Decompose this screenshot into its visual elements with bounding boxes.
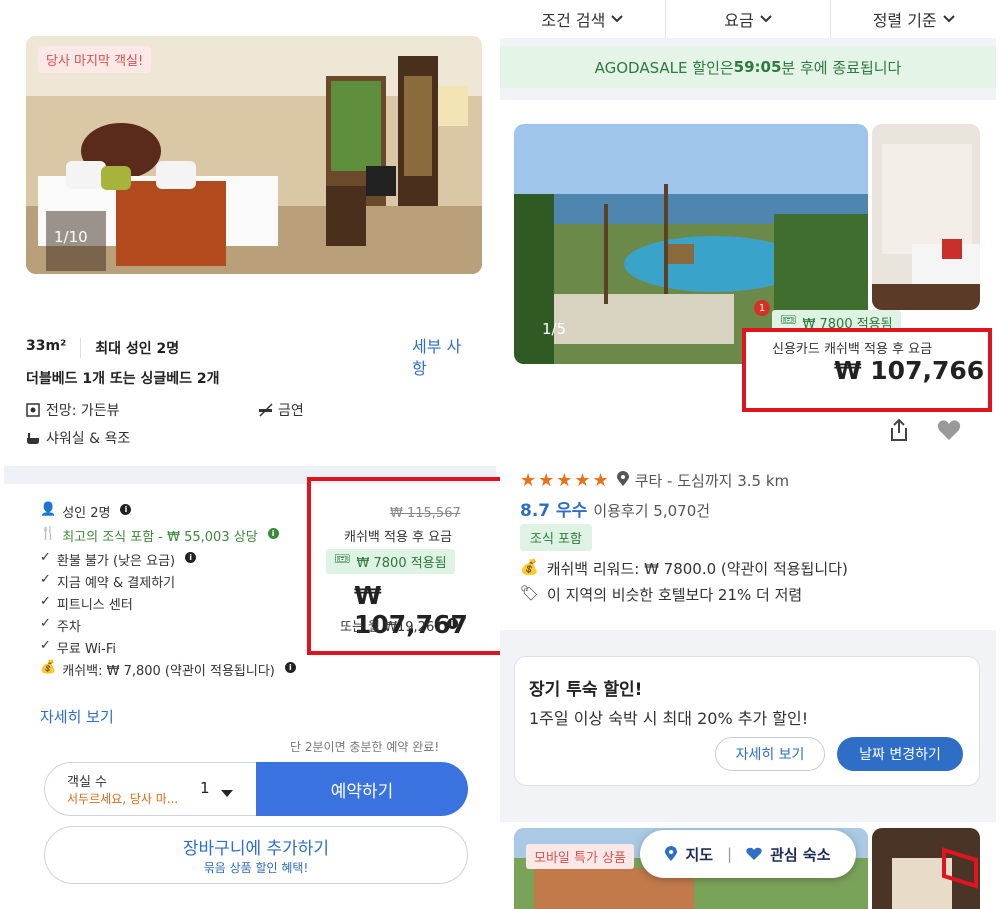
long-stay-title: 장기 투숙 할인! bbox=[529, 680, 643, 700]
view-icon bbox=[26, 403, 40, 417]
star-rating-icon: ★★★★★ bbox=[520, 470, 611, 491]
room-facts: 33m² 최대 성인 2명 bbox=[26, 338, 207, 358]
price-caption: 캐쉬백 적용 후 요금 bbox=[344, 530, 453, 545]
applied-badge: 🎟 ₩ 7800 적용됨 bbox=[326, 549, 455, 574]
right-panel: 조건 검색 요금 정렬 기준 AGODASALE 할인은 59:05 분 후에 종… bbox=[500, 0, 996, 909]
ticket-icon: 🎟 bbox=[334, 552, 351, 567]
cashback-row: 💰 캐쉬백: ₩ 7,800 (약관이 적용됩니다) i bbox=[40, 660, 310, 679]
bathtub-icon bbox=[26, 431, 40, 445]
check-icon: ✓ bbox=[40, 616, 51, 631]
check-icon: ✓ bbox=[40, 638, 51, 653]
room-count-value: 1 bbox=[200, 779, 210, 797]
more-details-link[interactable]: 자세히 보기 bbox=[40, 706, 114, 727]
info-icon[interactable]: i bbox=[185, 552, 197, 563]
bed-type: 더블베드 1개 또는 싱글베드 2개 bbox=[26, 371, 220, 387]
chevron-down-icon bbox=[611, 15, 624, 23]
map-favorites-pill: 지도 | 관심 숙소 bbox=[640, 830, 856, 878]
filter-sort[interactable]: 정렬 기준 bbox=[831, 0, 996, 38]
person-icon: 👤 bbox=[40, 502, 57, 517]
room-size: 33m² bbox=[26, 338, 82, 358]
info-icon[interactable]: i bbox=[284, 662, 296, 673]
quick-booking-note: 단 2분이면 충분한 예약 완료! bbox=[290, 740, 440, 754]
hotel-price: ₩ 107,766 bbox=[834, 356, 985, 385]
fitness-row: ✓ 피트니스 센터 bbox=[40, 594, 133, 613]
chevron-down-icon bbox=[760, 15, 772, 23]
hotel-location: 쿠타 - 도심까지 3.5 km bbox=[634, 472, 790, 490]
heart-icon bbox=[746, 847, 762, 860]
favorites-button[interactable]: 관심 숙소 bbox=[746, 844, 831, 865]
hotel-photo-secondary[interactable] bbox=[872, 124, 980, 310]
filter-price[interactable]: 요금 bbox=[666, 0, 832, 38]
photo-counter: 1/5 bbox=[542, 320, 567, 338]
heart-icon[interactable] bbox=[936, 418, 962, 446]
sale-banner: AGODASALE 할인은 59:05 분 후에 종료됩니다 bbox=[500, 46, 996, 88]
info-icon[interactable]: i bbox=[446, 618, 458, 629]
long-stay-more-button[interactable]: 자세히 보기 bbox=[715, 737, 825, 771]
cheaper-note-row: 🏷 이 지역의 비슷한 호텔보다 21% 더 저렴 bbox=[520, 584, 803, 604]
book-button[interactable]: 예약하기 bbox=[256, 762, 468, 816]
view-feature: 전망: 가든뷰 bbox=[26, 400, 120, 420]
refund-row: ✓ 환불 불가 (낮은 요금) i bbox=[40, 550, 197, 569]
monthly-price: 또는 월 ₩19,261 i bbox=[340, 616, 458, 635]
rating-row: 8.7 우수 이용후기 5,070건 bbox=[520, 496, 710, 521]
room-count-label: 객실 수 bbox=[67, 775, 108, 790]
wifi-row: ✓ 무료 Wi-Fi bbox=[40, 638, 116, 657]
notification-count-badge: 1 bbox=[754, 300, 770, 316]
chevron-down-icon bbox=[942, 15, 955, 23]
long-stay-card: 장기 투숙 할인! 1주일 이상 숙박 시 최대 20% 추가 할인! 자세히 … bbox=[514, 656, 980, 786]
last-room-badge: 당사 마지막 객실! bbox=[38, 46, 152, 73]
pill-divider: | bbox=[727, 845, 733, 863]
add-to-cart-button[interactable]: 장바구니에 추가하기 묶음 상품 할인 혜택! bbox=[44, 826, 468, 884]
info-icon[interactable]: i bbox=[267, 528, 279, 539]
change-date-button[interactable]: 날짜 변경하기 bbox=[837, 737, 963, 771]
tag-icon: 🏷 bbox=[520, 584, 540, 602]
left-panel: 당사 마지막 객실! 1/10 33m² 최대 성인 2명 세부 사항 더블베드… bbox=[4, 0, 515, 909]
cashback-icon: 💰 bbox=[520, 558, 539, 576]
rating-score: 8.7 우수 bbox=[520, 501, 588, 521]
breakfast-tag: 조식 포함 bbox=[520, 524, 592, 551]
no-smoking-icon bbox=[258, 403, 273, 417]
share-icon[interactable] bbox=[886, 418, 912, 446]
details-link[interactable]: 세부 사항 bbox=[412, 336, 472, 380]
room-warning: 서두르세요, 당사 마... bbox=[67, 792, 179, 806]
info-icon[interactable]: i bbox=[120, 504, 132, 515]
photo-counter: 1/10 bbox=[54, 228, 88, 246]
brand-logo-icon bbox=[942, 846, 980, 894]
location-pin-icon bbox=[616, 470, 629, 491]
breakfast-row: 🍴 최고의 조식 포함 - ₩ 55,003 상당 i bbox=[40, 526, 279, 545]
map-button[interactable]: 지도 bbox=[665, 844, 713, 865]
max-guests: 최대 성인 2명 bbox=[95, 341, 180, 357]
dropdown-caret-icon bbox=[221, 783, 233, 802]
original-price: ₩ 115,567 bbox=[390, 506, 461, 521]
mobile-deal-badge: 모바일 특가 상품 bbox=[526, 844, 634, 869]
hotel-card[interactable]: 1/5 1 🎟 ₩ 7800 적용됨 신용카드 캐쉬백 적용 후 요금 ₩ 10… bbox=[500, 100, 996, 630]
star-rating-row: ★★★★★ 쿠타 - 도심까지 3.5 km bbox=[520, 470, 789, 491]
map-pin-icon bbox=[665, 846, 678, 861]
fork-icon: 🍴 bbox=[40, 526, 57, 541]
filter-conditions[interactable]: 조건 검색 bbox=[500, 0, 666, 38]
room-count-select[interactable]: 객실 수 서두르세요, 당사 마... 1 bbox=[44, 762, 264, 816]
review-count: 이용후기 5,070건 bbox=[593, 502, 711, 520]
cashback-reward-row: 💰 캐쉬백 리워드: ₩ 7800.0 (약관이 적용됩니다) bbox=[520, 558, 848, 578]
check-icon: ✓ bbox=[40, 594, 51, 609]
smoking-feature: 금연 bbox=[258, 400, 304, 420]
guests-row: 👤 성인 2명 i bbox=[40, 502, 132, 521]
parking-row: ✓ 주차 bbox=[40, 616, 81, 635]
bathroom-feature: 샤워실 & 욕조 bbox=[26, 428, 130, 448]
price-caption: 신용카드 캐쉬백 적용 후 요금 bbox=[772, 342, 933, 357]
pay-now-row: ✓ 지금 예약 & 결제하기 bbox=[40, 572, 176, 591]
filter-bar: 조건 검색 요금 정렬 기준 bbox=[500, 0, 996, 38]
cashback-icon: 💰 bbox=[40, 660, 57, 675]
long-stay-desc: 1주일 이상 숙박 시 최대 20% 추가 할인! bbox=[529, 709, 809, 728]
check-icon: ✓ bbox=[40, 550, 51, 565]
check-icon: ✓ bbox=[40, 572, 51, 587]
